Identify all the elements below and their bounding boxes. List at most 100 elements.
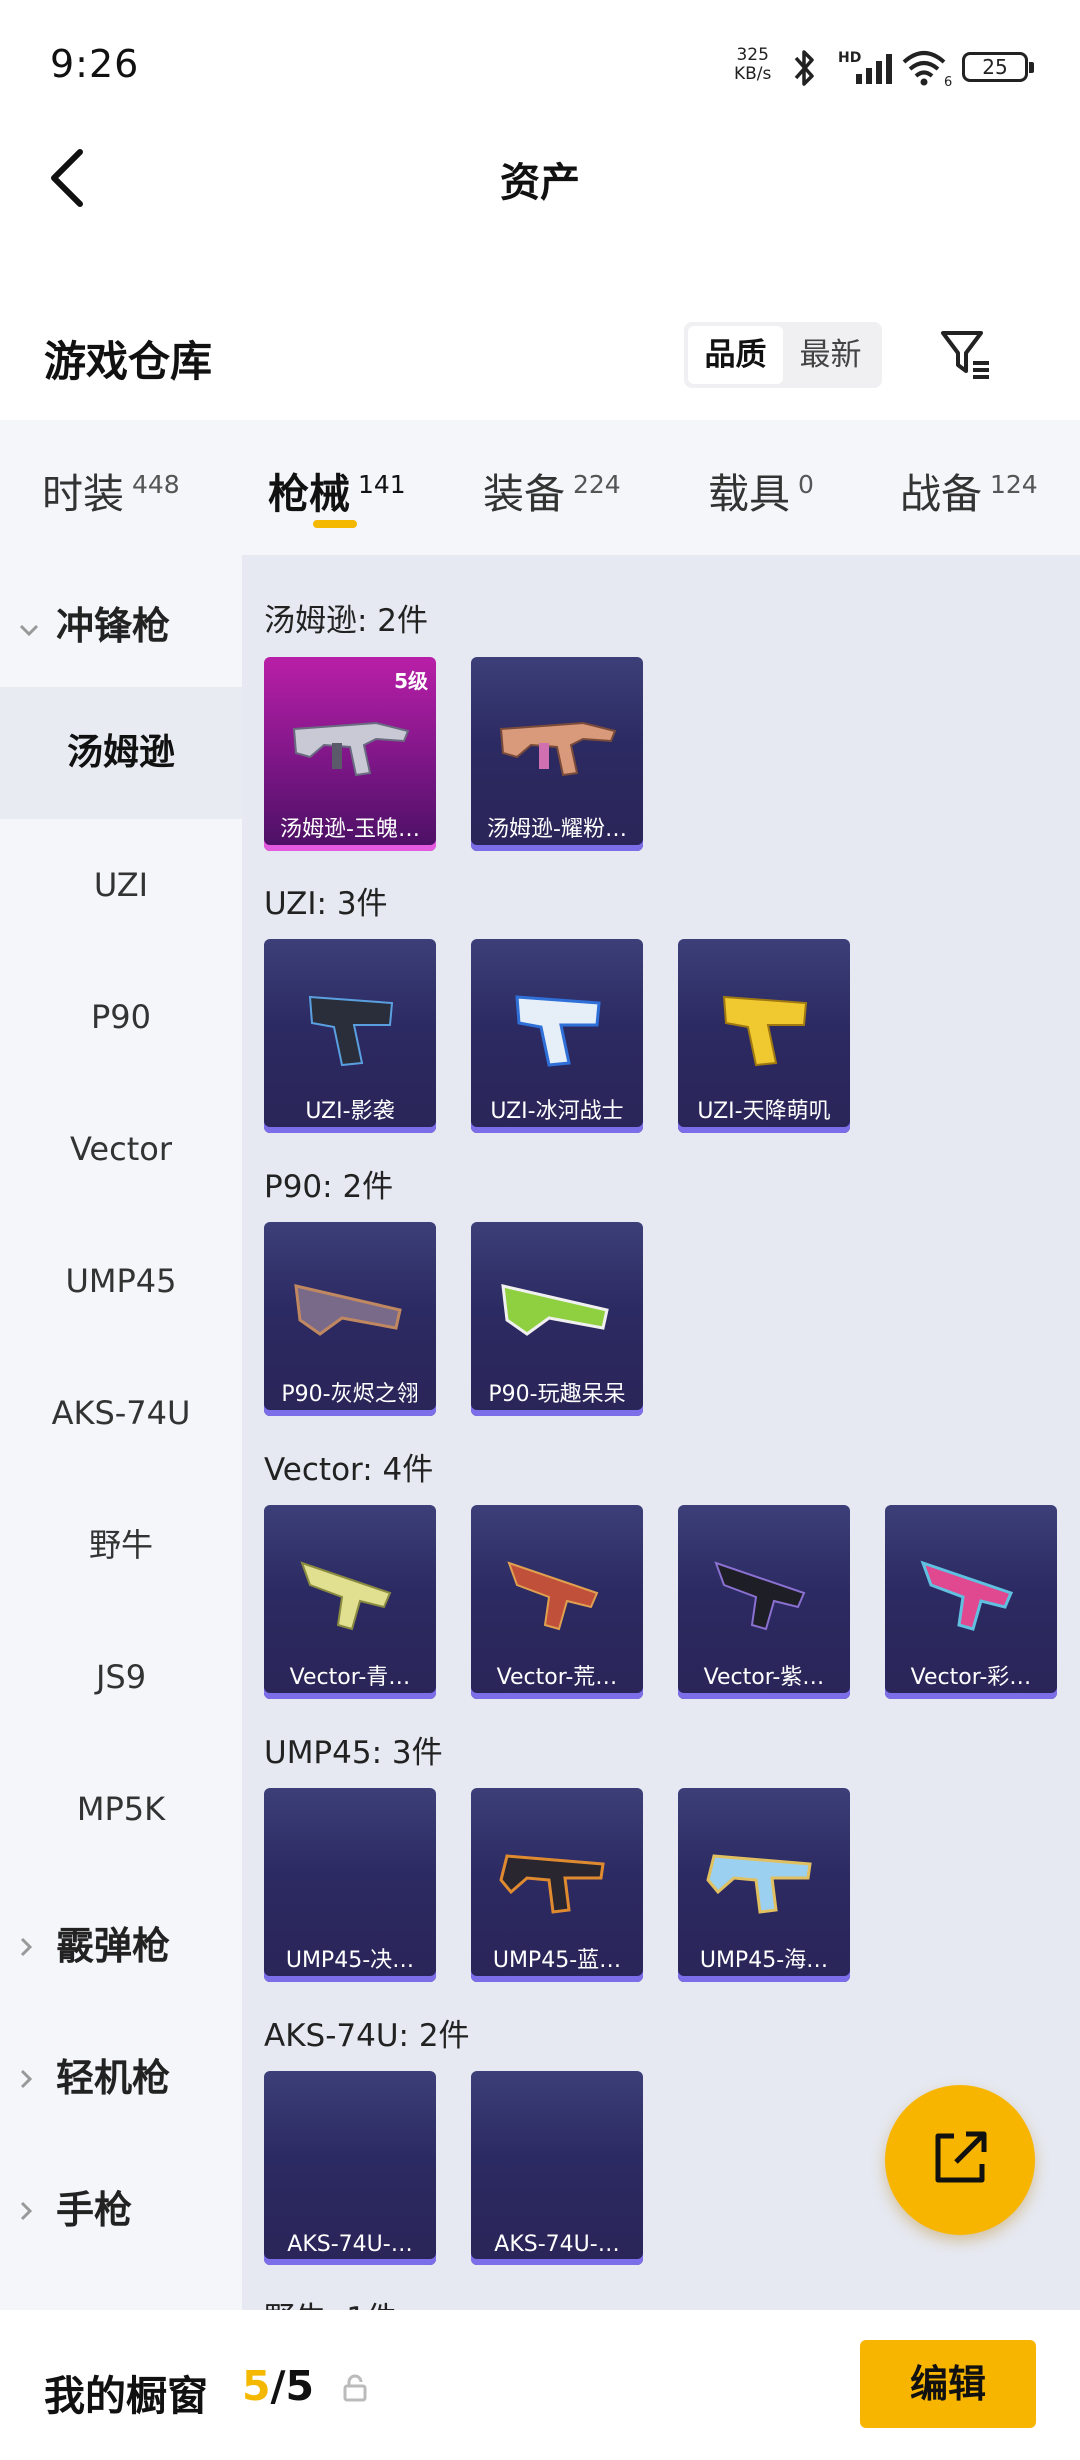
weapon-card[interactable]: UZI-影袭 bbox=[264, 939, 436, 1133]
wifi-icon: 6 bbox=[900, 48, 954, 92]
sidebar-item-p90[interactable]: P90 bbox=[0, 951, 242, 1083]
weapon-card[interactable]: UMP45-蓝… bbox=[471, 1788, 643, 1982]
tab-label: 战备 bbox=[900, 470, 982, 518]
share-external-icon bbox=[928, 2126, 992, 2194]
sidebar-category-pistol[interactable]: 手枪 bbox=[0, 2139, 242, 2259]
sort-latest-option[interactable]: 最新 bbox=[783, 326, 878, 384]
filter-icon bbox=[937, 325, 993, 385]
net-speed-value: 325 bbox=[736, 45, 769, 65]
weapon-card-label: Vector-荒… bbox=[496, 1665, 618, 1690]
weapon-card[interactable]: Vector-青… bbox=[264, 1505, 436, 1699]
sidebar-item-js9[interactable]: JS9 bbox=[0, 1611, 242, 1743]
weapon-card[interactable]: UMP45-决… bbox=[264, 1788, 436, 1982]
tab-supplies[interactable]: 战备 124 bbox=[900, 460, 1038, 520]
status-time: 9:26 bbox=[50, 42, 140, 86]
tab-label: 枪械 bbox=[268, 470, 350, 518]
sidebar-item-bizon[interactable]: 野牛 bbox=[0, 1479, 242, 1611]
weapon-card-label: UMP45-蓝… bbox=[492, 1948, 622, 1973]
group-title-ump45: UMP45: 3件 bbox=[264, 1735, 443, 1771]
weapon-thumbnail-icon bbox=[280, 685, 420, 795]
weapon-card-label: 汤姆逊-耀粉… bbox=[487, 817, 627, 842]
sidebar-item-ump45[interactable]: UMP45 bbox=[0, 1215, 242, 1347]
signal-hd-label: HD bbox=[838, 50, 861, 66]
sidebar-category-lmg[interactable]: 轻机枪 bbox=[0, 2007, 242, 2127]
weapon-card[interactable]: AKS-74U-… bbox=[264, 2071, 436, 2265]
weapon-card[interactable]: UZI-冰河战士 bbox=[471, 939, 643, 1133]
tab-weapons[interactable]: 枪械 141 bbox=[268, 460, 406, 520]
weapon-thumbnail-icon bbox=[280, 967, 420, 1077]
tab-label: 时装 bbox=[42, 470, 124, 518]
signal-icon: HD bbox=[838, 48, 900, 92]
tab-count: 141 bbox=[358, 470, 406, 500]
filter-button[interactable] bbox=[930, 320, 1000, 390]
weapon-card[interactable]: Vector-紫… bbox=[678, 1505, 850, 1699]
weapon-thumbnail-icon bbox=[901, 1533, 1041, 1643]
group-title-aks74u: AKS-74U: 2件 bbox=[264, 2018, 470, 2054]
weapon-card-label: AKS-74U-… bbox=[287, 2232, 413, 2257]
weapon-card[interactable]: Vector-荒… bbox=[471, 1505, 643, 1699]
weapon-card-label: AKS-74U-… bbox=[494, 2232, 620, 2257]
sidebar-item-vector[interactable]: Vector bbox=[0, 1083, 242, 1215]
weapon-card-label: Vector-紫… bbox=[703, 1665, 825, 1690]
share-fab-button[interactable] bbox=[885, 2085, 1035, 2235]
group-title-uzi: UZI: 3件 bbox=[264, 886, 388, 922]
tab-equipment[interactable]: 装备 224 bbox=[483, 460, 621, 520]
showcase-count-total: /5 bbox=[270, 2362, 315, 2410]
tab-label: 装备 bbox=[483, 470, 565, 518]
weapon-card-label: Vector-青… bbox=[289, 1665, 411, 1690]
sidebar-category-label: 冲锋枪 bbox=[56, 604, 171, 648]
sort-toggle: 品质 最新 bbox=[684, 322, 882, 388]
active-tab-indicator bbox=[313, 520, 357, 528]
weapon-card-label: UZI-冰河战士 bbox=[490, 1099, 624, 1124]
weapon-card[interactable]: 汤姆逊-耀粉… bbox=[471, 657, 643, 851]
showcase-bottom-bar: 我的橱窗 5/5 编辑 bbox=[0, 2310, 1080, 2460]
tab-vehicles[interactable]: 载具 0 bbox=[708, 460, 814, 520]
chevron-down-icon bbox=[18, 603, 40, 647]
sidebar-item-mp5k[interactable]: MP5K bbox=[0, 1743, 242, 1875]
edit-button[interactable]: 编辑 bbox=[860, 2340, 1036, 2428]
weapon-card-label: UMP45-决… bbox=[285, 1948, 415, 1973]
weapon-card-label: UZI-天降萌叽 bbox=[697, 1099, 831, 1124]
tab-count: 224 bbox=[573, 470, 621, 500]
weapon-type-sidebar: 冲锋枪 汤姆逊 UZI P90 Vector UMP45 AKS-74U 野牛 … bbox=[0, 555, 242, 2310]
sidebar-category-label: 手枪 bbox=[56, 2188, 133, 2232]
weapon-thumbnail-icon bbox=[487, 1816, 627, 1926]
weapon-card[interactable]: Vector-彩… bbox=[885, 1505, 1057, 1699]
chevron-right-icon bbox=[18, 2055, 34, 2099]
tab-label: 载具 bbox=[708, 470, 790, 518]
group-title-vector: Vector: 4件 bbox=[264, 1452, 434, 1488]
tab-count: 0 bbox=[798, 470, 814, 500]
tab-count: 448 bbox=[132, 470, 180, 500]
weapon-card[interactable]: P90-玩趣呆呆 bbox=[471, 1222, 643, 1416]
weapon-thumbnail-icon bbox=[487, 1250, 627, 1360]
showcase-count: 5/5 bbox=[242, 2362, 314, 2410]
tab-costumes[interactable]: 时装 448 bbox=[42, 460, 180, 520]
weapon-card-label: UZI-影袭 bbox=[305, 1099, 395, 1124]
weapon-thumbnail-icon bbox=[487, 967, 627, 1077]
group-title-bizon: 野牛: 1件 bbox=[264, 2293, 397, 2310]
sidebar-category-shotgun[interactable]: 霰弹枪 bbox=[0, 1875, 242, 1995]
weapon-thumbnail-icon bbox=[487, 1533, 627, 1643]
sidebar-item-aks74u[interactable]: AKS-74U bbox=[0, 1347, 242, 1479]
chevron-right-icon bbox=[18, 1923, 34, 1967]
weapon-thumbnail-icon bbox=[280, 1533, 420, 1643]
sidebar-item-thompson[interactable]: 汤姆逊 bbox=[0, 687, 242, 819]
weapon-card[interactable]: 5级 汤姆逊-玉魄… bbox=[264, 657, 436, 851]
battery-indicator: 25 bbox=[962, 52, 1034, 82]
status-bar: 9:26 325 KB/s HD 6 25 bbox=[0, 0, 1080, 130]
sort-quality-option[interactable]: 品质 bbox=[688, 326, 783, 384]
weapon-card[interactable]: P90-灰烬之翎 bbox=[264, 1222, 436, 1416]
weapon-card[interactable]: AKS-74U-… bbox=[471, 2071, 643, 2265]
wifi-generation-label: 6 bbox=[944, 75, 952, 88]
group-title-p90: P90: 2件 bbox=[264, 1169, 394, 1205]
section-title: 游戏仓库 bbox=[44, 337, 213, 386]
sidebar-category-label: 轻机枪 bbox=[56, 2056, 171, 2100]
showcase-title: 我的橱窗 bbox=[44, 2372, 208, 2420]
tab-count: 124 bbox=[990, 470, 1038, 500]
sidebar-category-smg[interactable]: 冲锋枪 bbox=[0, 555, 242, 675]
weapon-card[interactable]: UZI-天降萌叽 bbox=[678, 939, 850, 1133]
category-tab-bar: 时装 448 枪械 141 装备 224 载具 0 战备 124 bbox=[0, 420, 1080, 555]
sidebar-item-uzi[interactable]: UZI bbox=[0, 819, 242, 951]
sidebar-category-label: 霰弹枪 bbox=[56, 1924, 171, 1968]
weapon-card[interactable]: UMP45-海… bbox=[678, 1788, 850, 1982]
